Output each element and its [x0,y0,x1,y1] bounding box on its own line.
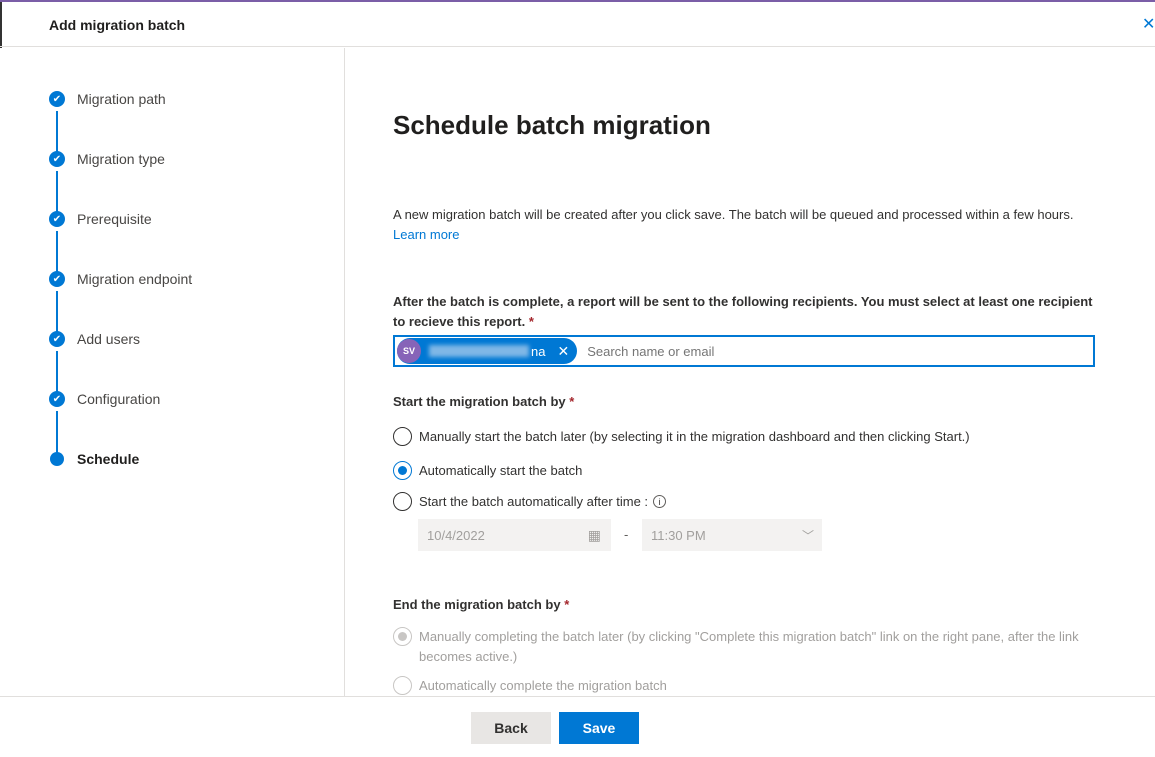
info-icon[interactable]: i [653,495,667,508]
redacted-name [429,345,529,357]
search-input[interactable] [587,343,988,359]
radio-circle[interactable] [393,627,412,646]
step-label: Migration path [77,91,166,107]
start-date-field[interactable]: 10/4/2022 ▦ [418,519,611,551]
intro-text: A new migration batch will be created af… [393,205,1093,245]
end-label: End the migration batch by * [393,595,569,615]
end-label-text: End the migration batch by [393,597,561,612]
chevron-down-icon: ﹀ [801,528,814,543]
save-button[interactable]: Save [559,712,639,744]
page-title: Schedule batch migration [393,110,711,140]
radio-label: Manually start the batch later (by selec… [419,429,970,444]
step-label: Migration endpoint [77,271,193,287]
required-mark: * [564,597,570,612]
step-connector [56,231,58,275]
step-migration-type[interactable]: ✔ Migration type [49,151,165,167]
step-connector [56,291,58,335]
date-value: 10/4/2022 [427,527,485,543]
step-label: Configuration [77,391,161,407]
learn-more-link[interactable]: Learn more [393,227,459,242]
start-label: Start the migration batch by * [393,392,574,412]
recipients-label-text: After the batch is complete, a report wi… [393,294,1093,329]
step-connector [56,351,58,395]
radio-end-auto[interactable]: Automatically complete the migration bat… [393,676,667,696]
panel-footer: Back Save [0,696,1155,757]
step-label: Prerequisite [77,211,152,227]
back-button[interactable]: Back [471,712,551,744]
time-value: 11:30 PM [651,527,706,543]
check-icon: ✔ [49,331,65,347]
radio-label: Start the batch automatically after time… [419,494,649,509]
radio-end-manual[interactable]: Manually completing the batch later (by … [393,627,1093,667]
radio-label: Automatically complete the migration bat… [419,678,667,693]
radio-circle[interactable] [393,427,412,446]
step-connector [56,411,58,455]
panel-title: Add migration batch [49,17,186,33]
radio-start-auto[interactable]: Automatically start the batch [393,461,582,481]
check-icon: ✔ [49,271,65,287]
step-label: Schedule [77,451,140,467]
step-add-users[interactable]: ✔ Add users [49,331,140,347]
check-icon: ✔ [49,211,65,227]
radio-circle[interactable] [393,492,412,511]
current-step-icon [50,452,64,466]
recipient-picker[interactable]: SV na ✕ [393,335,1095,367]
recipients-label: After the batch is complete, a report wi… [393,292,1093,332]
radio-start-after-time[interactable]: Start the batch automatically after time… [393,492,667,512]
radio-circle[interactable] [393,461,412,480]
avatar: SV [397,339,421,363]
calendar-icon[interactable]: ▦ [588,527,601,544]
recipient-name: na [531,343,546,359]
step-label: Migration type [77,151,165,167]
step-connector [56,111,58,155]
radio-circle[interactable] [393,676,412,695]
step-migration-endpoint[interactable]: ✔ Migration endpoint [49,271,192,287]
start-time-dropdown[interactable]: 11:30 PM ﹀ [642,519,822,551]
start-label-text: Start the migration batch by [393,394,566,409]
required-mark: * [569,394,575,409]
check-icon: ✔ [49,391,65,407]
radio-label: Manually completing the batch later (by … [419,629,1079,664]
date-time-separator: - [624,527,629,542]
step-prerequisite[interactable]: ✔ Prerequisite [49,211,152,227]
panel-header: Add migration batch ✕ [0,2,1155,47]
close-icon[interactable]: ✕ [1142,14,1155,34]
radio-label: Automatically start the batch [419,463,583,478]
radio-start-manual[interactable]: Manually start the batch later (by selec… [393,427,970,447]
step-connector [56,171,58,215]
step-configuration[interactable]: ✔ Configuration [49,391,160,407]
step-migration-path[interactable]: ✔ Migration path [49,91,166,107]
intro-body: A new migration batch will be created af… [393,207,1074,222]
check-icon: ✔ [49,151,65,167]
step-label: Add users [77,331,141,347]
recipient-chip[interactable]: SV na ✕ [397,338,578,364]
check-icon: ✔ [49,91,65,107]
remove-recipient-icon[interactable]: ✕ [557,343,569,360]
step-schedule[interactable]: Schedule [49,451,139,467]
required-mark: * [528,314,534,329]
wizard-steps: ✔ Migration path ✔ Migration type ✔ Prerequ… [0,48,345,696]
